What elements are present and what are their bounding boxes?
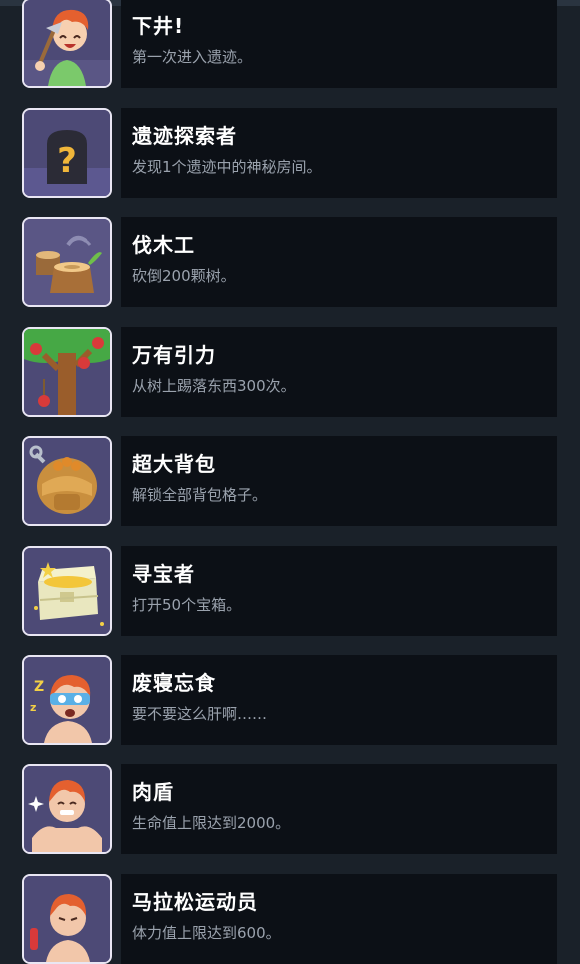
achievement-row[interactable]: 寻宝者 打开50个宝箱。 xyxy=(0,546,580,636)
achievement-description: 发现1个遗迹中的神秘房间。 xyxy=(132,158,322,176)
achievement-title: 下井! xyxy=(132,14,185,38)
achievement-description: 解锁全部背包格子。 xyxy=(132,486,268,504)
achievement-card: 废寝忘食 要不要这么肝啊…… xyxy=(121,655,557,745)
achievement-row[interactable]: Z z 废寝忘食 要不要这么肝啊…… xyxy=(0,655,580,745)
achievement-row[interactable]: 肉盾 生命值上限达到2000。 xyxy=(0,764,580,854)
achievement-title: 伐木工 xyxy=(132,233,195,257)
achievement-card: 遗迹探索者 发现1个遗迹中的神秘房间。 xyxy=(121,108,557,198)
svg-text:Z: Z xyxy=(34,679,44,695)
achievement-card: 下井! 第一次进入遗迹。 xyxy=(121,0,557,88)
tree-stump-icon xyxy=(22,217,112,307)
achievement-description: 要不要这么肝啊…… xyxy=(132,705,268,723)
achievement-row[interactable]: ? 遗迹探索者 发现1个遗迹中的神秘房间。 xyxy=(0,108,580,198)
achievement-row[interactable]: 马拉松运动员 体力值上限达到600。 xyxy=(0,874,580,964)
backpack-icon xyxy=(22,436,112,526)
achievement-description: 生命值上限达到2000。 xyxy=(132,814,291,832)
achievement-card: 伐木工 砍倒200颗树。 xyxy=(121,217,557,307)
achievement-card: 肉盾 生命值上限达到2000。 xyxy=(121,764,557,854)
achievement-row[interactable]: 超大背包 解锁全部背包格子。 xyxy=(0,436,580,526)
achievement-row[interactable]: 万有引力 从树上踢落东西300次。 xyxy=(0,327,580,417)
achievement-list: 下井! 第一次进入遗迹。 ? 遗迹探索者 发现1个遗迹中的神秘房间。 伐木工 砍… xyxy=(0,0,580,964)
achievement-card: 超大背包 解锁全部背包格子。 xyxy=(121,436,557,526)
muscle-boy-icon xyxy=(22,764,112,854)
achievement-description: 第一次进入遗迹。 xyxy=(132,48,253,66)
achievement-title: 万有引力 xyxy=(132,343,216,367)
achievement-row[interactable]: 下井! 第一次进入遗迹。 xyxy=(0,0,580,88)
achievement-description: 砍倒200颗树。 xyxy=(132,267,236,285)
svg-text:z: z xyxy=(30,701,36,714)
treasure-chest-icon xyxy=(22,546,112,636)
apple-tree-icon xyxy=(22,327,112,417)
achievement-card: 寻宝者 打开50个宝箱。 xyxy=(121,546,557,636)
achievement-title: 遗迹探索者 xyxy=(132,124,237,148)
miner-boy-icon xyxy=(22,0,112,88)
sleepless-boy-icon: Z z xyxy=(22,655,112,745)
achievement-title: 肉盾 xyxy=(132,780,174,804)
achievement-description: 从树上踢落东西300次。 xyxy=(132,377,296,395)
achievement-card: 万有引力 从树上踢落东西300次。 xyxy=(121,327,557,417)
runner-boy-icon xyxy=(22,874,112,964)
achievement-title: 马拉松运动员 xyxy=(132,890,258,914)
svg-text:?: ? xyxy=(57,141,77,181)
achievement-card: 马拉松运动员 体力值上限达到600。 xyxy=(121,874,557,964)
achievement-title: 超大背包 xyxy=(132,452,216,476)
mystery-door-icon: ? xyxy=(22,108,112,198)
achievement-description: 打开50个宝箱。 xyxy=(132,596,242,614)
achievement-description: 体力值上限达到600。 xyxy=(132,924,281,942)
achievement-row[interactable]: 伐木工 砍倒200颗树。 xyxy=(0,217,580,307)
achievement-title: 废寝忘食 xyxy=(132,671,216,695)
achievement-title: 寻宝者 xyxy=(132,562,195,586)
